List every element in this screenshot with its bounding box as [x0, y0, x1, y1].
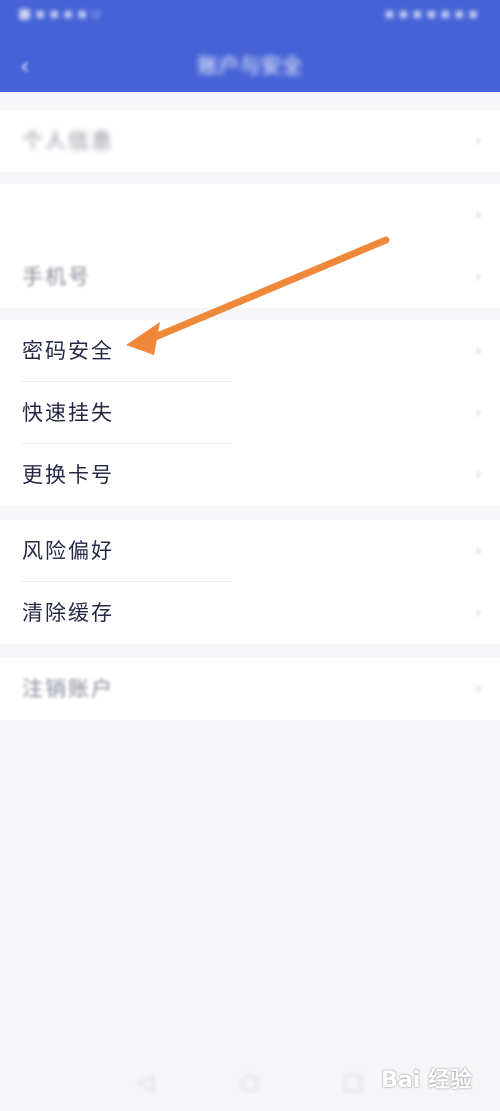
arrow-head [126, 322, 160, 355]
arrow-shaft [144, 236, 390, 344]
annotation-arrow-icon [126, 236, 390, 355]
